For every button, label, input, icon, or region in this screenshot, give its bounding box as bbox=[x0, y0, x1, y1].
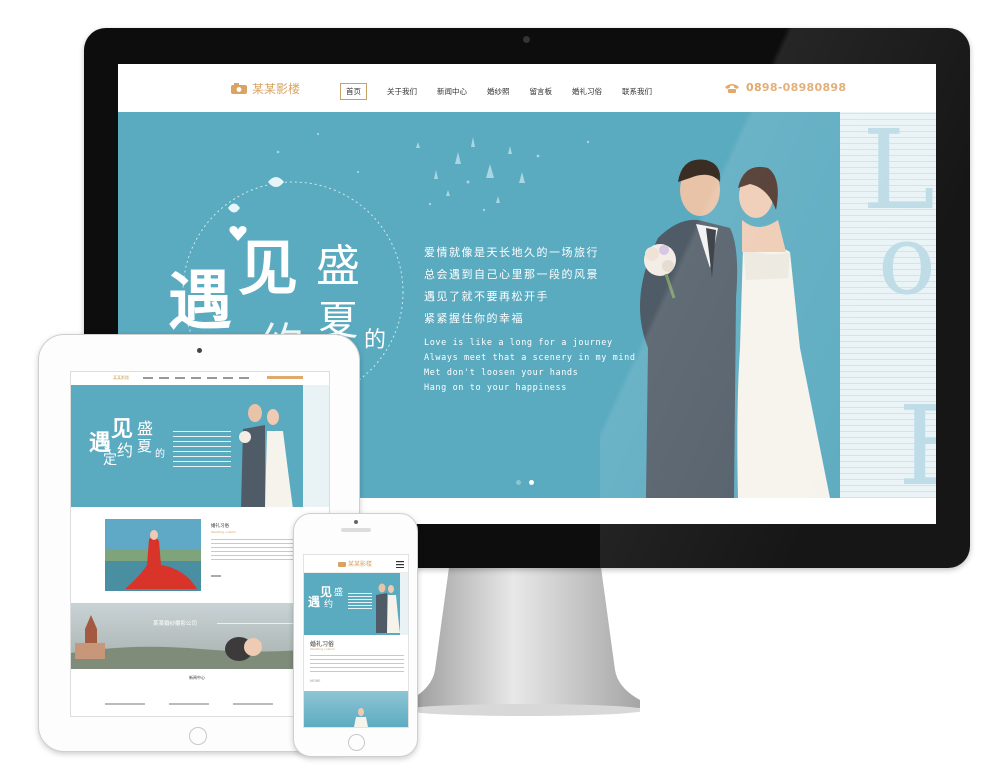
phone-number: 0898-08980898 bbox=[746, 81, 847, 94]
phone-title-char: 约 bbox=[324, 600, 334, 610]
side-letter: o bbox=[878, 204, 936, 316]
phone-hero: 遇 见 盛 约 bbox=[304, 573, 408, 635]
hero-poem: 爱情就像是天长地久的一场旅行 总会遇到自己心里那一段的风景 遇见了就不要再松开手… bbox=[424, 242, 636, 396]
tablet-more-link[interactable] bbox=[211, 575, 221, 577]
tablet-hero: 遇 见 盛 夏 约 定 的 bbox=[71, 385, 329, 507]
tablet-section-sub: Wedding custom bbox=[211, 530, 237, 534]
nav-item-home[interactable]: 首页 bbox=[340, 83, 367, 100]
device-mockup-showcase: 某某影楼 首页 关于我们 新闻中心 婚纱照 留言板 婚礼习俗 联系我们 0898… bbox=[0, 0, 1000, 782]
tablet-section-title: 婚礼习俗 bbox=[211, 524, 229, 529]
tablet-nav: 某某影楼 bbox=[71, 372, 329, 385]
hero-title-char: 盛 bbox=[316, 241, 360, 292]
tablet-phone-bar bbox=[267, 376, 303, 379]
phone-poem-lines bbox=[348, 593, 372, 611]
poem-english: Love is like a long for a journey Always… bbox=[424, 336, 636, 396]
phone-home-button[interactable] bbox=[348, 734, 365, 751]
tablet-screen: 某某影楼 遇 见 盛 夏 约 定 的 婚礼习俗 Wedding custom 某… bbox=[70, 371, 330, 717]
tablet-brand[interactable]: 某某影楼 bbox=[113, 375, 129, 381]
tablet-title-char: 的 bbox=[155, 449, 165, 460]
poem-line: 遇见了就不要再松开手 bbox=[424, 290, 549, 303]
tablet-company-name: 某某婚纱摄影公司 bbox=[153, 621, 198, 627]
tablet-bride-photo bbox=[105, 519, 201, 591]
slider-pagination bbox=[516, 480, 534, 485]
tablet-home-button[interactable] bbox=[189, 727, 207, 745]
tablet-title-char: 夏 bbox=[137, 437, 153, 455]
tablet-poem-lines bbox=[173, 431, 231, 471]
phone-contact[interactable]: 0898-08980898 bbox=[724, 81, 846, 94]
phone-device: 某某影楼 遇 见 盛 约 婚礼习俗 Wedding custom MORE bbox=[293, 513, 418, 757]
poem-line: 紧紧握住你的幸福 bbox=[424, 312, 524, 325]
phone-section-text bbox=[310, 655, 404, 675]
poem-line-en: Always meet that a scenery in my mind bbox=[424, 353, 636, 363]
poem-line: 总会遇到自己心里那一段的风景 bbox=[424, 268, 599, 281]
phone-screen: 某某影楼 遇 见 盛 约 婚礼习俗 Wedding custom MORE bbox=[303, 554, 409, 728]
tablet-nav-bar bbox=[143, 377, 253, 379]
phone-title-char: 盛 bbox=[334, 588, 344, 598]
slider-dot-active[interactable] bbox=[529, 480, 534, 485]
phone-icon bbox=[725, 83, 739, 93]
phone-image-strip bbox=[304, 691, 408, 727]
monitor-stand bbox=[410, 560, 640, 716]
tablet-news-section: 新闻中心 bbox=[71, 669, 329, 716]
poem-line: 爱情就像是天长地久的一场旅行 bbox=[424, 246, 599, 259]
tablet-church-scene bbox=[71, 615, 329, 669]
poem-line-en: Hang on to your happiness bbox=[424, 383, 567, 393]
hero-side-panel: L o E bbox=[840, 112, 936, 498]
tablet-title-char: 定 bbox=[103, 452, 117, 468]
menu-icon[interactable] bbox=[396, 561, 404, 568]
phone-strip-figure bbox=[354, 708, 368, 727]
phone-side-panel bbox=[400, 573, 408, 635]
camera-logo-icon bbox=[231, 83, 247, 94]
nav-item-contact[interactable]: 联系我们 bbox=[622, 83, 652, 100]
tablet-news-row bbox=[105, 703, 301, 705]
phone-title-char: 遇 bbox=[308, 595, 321, 609]
phone-speaker bbox=[341, 528, 371, 532]
side-letter: E bbox=[898, 382, 936, 498]
phone-couple-photo bbox=[376, 583, 400, 633]
poem-chinese: 爱情就像是天长地久的一场旅行 总会遇到自己心里那一段的风景 遇见了就不要再松开手… bbox=[424, 242, 636, 330]
tablet-customs-section: 婚礼习俗 Wedding custom bbox=[71, 507, 329, 603]
slider-dot[interactable] bbox=[516, 480, 521, 485]
nav-item-guestbook[interactable]: 留言板 bbox=[530, 83, 553, 100]
poem-line-en: Love is like a long for a journey bbox=[424, 338, 613, 348]
hero-title-char: 遇 bbox=[168, 264, 232, 339]
phone-camera bbox=[354, 520, 358, 524]
nav-item-news[interactable]: 新闻中心 bbox=[437, 83, 467, 100]
top-navigation: 某某影楼 首页 关于我们 新闻中心 婚纱照 留言板 婚礼习俗 联系我们 0898… bbox=[118, 64, 936, 112]
phone-header: 某某影楼 bbox=[304, 555, 408, 573]
heart-icon bbox=[229, 226, 247, 241]
nav-item-customs[interactable]: 婚礼习俗 bbox=[572, 83, 602, 100]
nav-item-about[interactable]: 关于我们 bbox=[387, 83, 417, 100]
poem-line-en: Met don't loosen your hands bbox=[424, 368, 579, 378]
tablet-camera bbox=[197, 348, 202, 353]
brand-name: 某某影楼 bbox=[252, 82, 301, 96]
nav-item-wedding-photos[interactable]: 婚纱照 bbox=[487, 83, 510, 100]
tablet-news-title: 新闻中心 bbox=[189, 675, 205, 680]
tablet-side-panel bbox=[303, 385, 329, 507]
tablet-company-banner: 某某婚纱摄影公司 bbox=[71, 603, 329, 669]
couple-photo bbox=[640, 159, 830, 498]
phone-section-sub: Wedding custom bbox=[310, 647, 336, 651]
phone-logo-icon bbox=[338, 562, 346, 567]
nav-menu: 首页 关于我们 新闻中心 婚纱照 留言板 婚礼习俗 联系我们 bbox=[340, 83, 672, 100]
hero-title-char: 的 bbox=[364, 328, 387, 353]
phone-brand[interactable]: 某某影楼 bbox=[348, 559, 372, 568]
brand-logo[interactable]: 某某影楼 bbox=[230, 80, 300, 97]
phone-more-link[interactable]: MORE bbox=[310, 679, 320, 683]
monitor-camera bbox=[523, 36, 530, 43]
tablet-section-text bbox=[211, 539, 297, 561]
tablet-couple-photo bbox=[239, 404, 293, 507]
tablet-title-char: 约 bbox=[117, 441, 134, 460]
